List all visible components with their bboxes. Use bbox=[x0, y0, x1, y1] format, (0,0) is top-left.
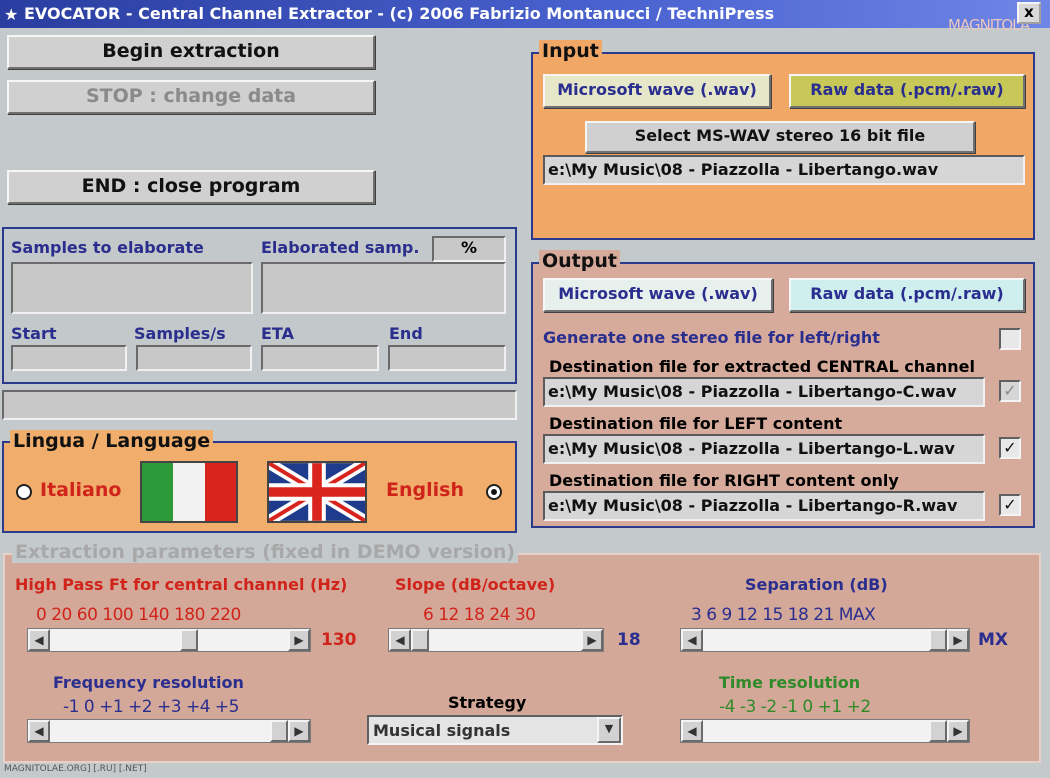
scroll-left-icon[interactable]: ◀ bbox=[681, 629, 703, 651]
scroll-left-icon[interactable]: ◀ bbox=[389, 629, 411, 651]
stereo-file-checkbox[interactable] bbox=[999, 328, 1021, 350]
samples-per-second-field bbox=[136, 345, 252, 371]
eta-field bbox=[261, 345, 379, 371]
window-title: EVOCATOR - Central Channel Extractor - (… bbox=[24, 4, 775, 23]
scroll-left-icon[interactable]: ◀ bbox=[681, 720, 703, 742]
separation-label: Separation (dB) bbox=[745, 575, 888, 594]
app-icon: ★ bbox=[4, 5, 19, 24]
right-dest-path[interactable]: e:\My Music\08 - Piazzolla - Libertango-… bbox=[543, 491, 985, 521]
percent-display: % bbox=[432, 236, 506, 262]
central-dest-label: Destination file for extracted CENTRAL c… bbox=[549, 357, 975, 376]
left-dest-label: Destination file for LEFT content bbox=[549, 414, 843, 433]
english-label[interactable]: English bbox=[386, 479, 464, 501]
left-dest-path[interactable]: e:\My Music\08 - Piazzolla - Libertango-… bbox=[543, 434, 985, 464]
start-field bbox=[11, 345, 127, 371]
stereo-file-label: Generate one stereo file for left/right bbox=[543, 328, 880, 347]
slider-thumb[interactable] bbox=[411, 629, 429, 651]
end-button[interactable]: END : close program bbox=[7, 170, 375, 204]
timeres-label: Time resolution bbox=[719, 673, 861, 692]
slope-value: 18 bbox=[617, 630, 641, 650]
separation-value: MX bbox=[978, 630, 1009, 650]
scroll-right-icon[interactable]: ▶ bbox=[288, 720, 310, 742]
italiano-radio[interactable] bbox=[16, 484, 32, 500]
start-label: Start bbox=[11, 324, 57, 343]
progress-group: Samples to elaborate Elaborated samp. % … bbox=[2, 227, 517, 384]
language-group: Italiano English bbox=[2, 441, 517, 533]
scroll-right-icon[interactable]: ▶ bbox=[288, 629, 310, 651]
highpass-value: 130 bbox=[321, 630, 357, 650]
select-file-button[interactable]: Select MS-WAV stereo 16 bit file bbox=[585, 121, 975, 153]
central-dest-path[interactable]: e:\My Music\08 - Piazzolla - Libertango-… bbox=[543, 377, 985, 407]
slope-slider[interactable]: ◀ ▶ bbox=[388, 628, 604, 652]
left-dest-checkbox[interactable]: ✓ bbox=[999, 437, 1021, 459]
freqres-ticks: -1 0 +1 +2 +3 +4 +5 bbox=[63, 697, 240, 717]
input-group: Microsoft wave (.wav) Raw data (.pcm/.ra… bbox=[531, 52, 1035, 240]
elaborated-label: Elaborated samp. bbox=[261, 238, 420, 257]
output-group: Microsoft wave (.wav) Raw data (.pcm/.ra… bbox=[531, 262, 1035, 528]
output-wav-button[interactable]: Microsoft wave (.wav) bbox=[543, 278, 773, 312]
slider-thumb[interactable] bbox=[270, 720, 288, 742]
slider-thumb[interactable] bbox=[179, 629, 198, 651]
freqres-slider[interactable]: ◀ ▶ bbox=[27, 719, 311, 743]
slope-label: Slope (dB/octave) bbox=[395, 575, 556, 594]
input-raw-button[interactable]: Raw data (.pcm/.raw) bbox=[789, 74, 1025, 108]
close-button[interactable]: x bbox=[1017, 2, 1041, 24]
italiano-label[interactable]: Italiano bbox=[40, 479, 121, 501]
samples-to-elaborate-label: Samples to elaborate bbox=[11, 238, 204, 257]
highpass-slider[interactable]: ◀ ▶ bbox=[27, 628, 311, 652]
scroll-left-icon[interactable]: ◀ bbox=[28, 629, 50, 651]
strategy-label: Strategy bbox=[448, 693, 527, 712]
input-path-field[interactable]: e:\My Music\08 - Piazzolla - Libertango.… bbox=[543, 155, 1025, 185]
slider-thumb[interactable] bbox=[929, 720, 947, 742]
english-radio[interactable] bbox=[486, 484, 502, 500]
uk-flag-icon[interactable] bbox=[267, 461, 367, 523]
samples-to-elaborate-field bbox=[11, 262, 253, 314]
output-legend: Output bbox=[539, 250, 620, 272]
separation-ticks: 3 6 9 12 15 18 21 MAX bbox=[691, 605, 876, 625]
params-group: High Pass Ft for central channel (Hz) 0 … bbox=[3, 553, 1041, 763]
end-label: End bbox=[389, 324, 423, 343]
slider-thumb[interactable] bbox=[929, 629, 947, 651]
params-legend: Extraction parameters (fixed in DEMO ver… bbox=[12, 541, 519, 563]
input-legend: Input bbox=[539, 40, 602, 62]
freqres-label: Frequency resolution bbox=[53, 673, 244, 692]
strategy-value: Musical signals bbox=[373, 721, 511, 740]
timeres-slider[interactable]: ◀ ▶ bbox=[680, 719, 970, 743]
close-icon: x bbox=[1024, 3, 1034, 21]
stop-button[interactable]: STOP : change data bbox=[7, 80, 375, 114]
chevron-down-icon[interactable]: ▼ bbox=[597, 717, 621, 743]
scroll-right-icon[interactable]: ▶ bbox=[947, 629, 969, 651]
separation-slider[interactable]: ◀ ▶ bbox=[680, 628, 970, 652]
end-field bbox=[388, 345, 506, 371]
begin-extraction-button[interactable]: Begin extraction bbox=[7, 35, 375, 69]
italian-flag-icon[interactable] bbox=[140, 461, 238, 523]
output-raw-button[interactable]: Raw data (.pcm/.raw) bbox=[789, 278, 1025, 312]
language-legend: Lingua / Language bbox=[10, 430, 214, 452]
status-bar bbox=[2, 390, 517, 420]
eta-label: ETA bbox=[261, 324, 294, 343]
scroll-left-icon[interactable]: ◀ bbox=[28, 720, 50, 742]
input-wav-button[interactable]: Microsoft wave (.wav) bbox=[543, 74, 771, 108]
title-bar: ★ EVOCATOR - Central Channel Extractor -… bbox=[0, 0, 1050, 34]
samples-per-second-label: Samples/s bbox=[134, 324, 226, 343]
highpass-label: High Pass Ft for central channel (Hz) bbox=[15, 575, 348, 594]
central-dest-checkbox[interactable]: ✓ bbox=[999, 380, 1021, 402]
right-dest-label: Destination file for RIGHT content only bbox=[549, 471, 899, 490]
highpass-ticks: 0 20 60 100 140 180 220 bbox=[36, 605, 241, 625]
right-dest-checkbox[interactable]: ✓ bbox=[999, 494, 1021, 516]
slope-ticks: 6 12 18 24 30 bbox=[423, 605, 536, 625]
scroll-right-icon[interactable]: ▶ bbox=[581, 629, 603, 651]
timeres-ticks: -4 -3 -2 -1 0 +1 +2 bbox=[719, 697, 871, 717]
footer-watermark: MAGNITOLAE.ORG] [.RU] [.NET] bbox=[4, 764, 147, 774]
strategy-dropdown[interactable]: Musical signals ▼ bbox=[367, 715, 623, 745]
elaborated-field bbox=[261, 262, 506, 314]
scroll-right-icon[interactable]: ▶ bbox=[947, 720, 969, 742]
